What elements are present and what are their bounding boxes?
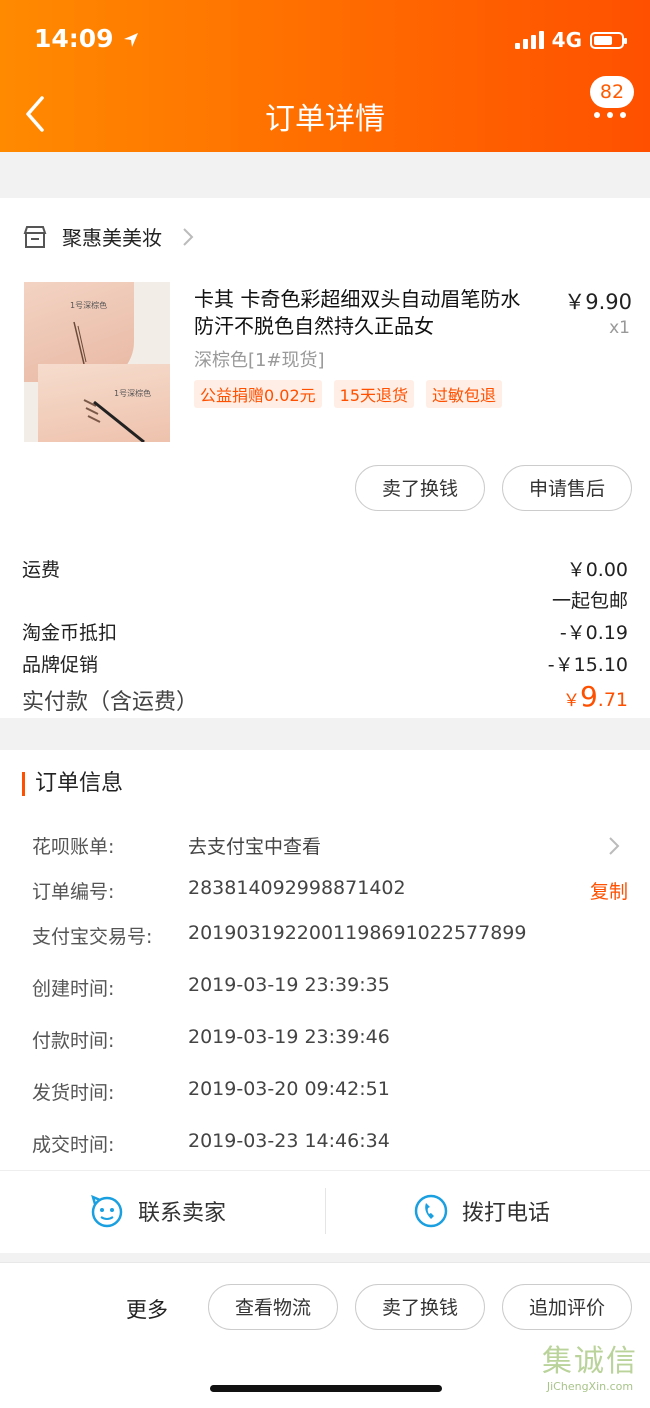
promo-label: 品牌促销 [22,654,99,676]
watermark: 集诚信 JiChengXin.com [542,1336,638,1393]
order-info-title: 订单信息 [22,772,123,796]
add-review-button[interactable]: 追加评价 [502,1284,632,1330]
contact-seller-button[interactable]: 联系卖家 [90,1194,226,1228]
home-indicator [210,1385,442,1392]
battery-icon [590,31,627,49]
deal-time: 2019-03-23 14:46:34 [188,1130,390,1152]
deal-time-label: 成交时间: [32,1134,115,1156]
created-time: 2019-03-19 23:39:35 [188,974,390,996]
coin-label: 淘金币抵扣 [22,622,118,644]
call-phone-button[interactable]: 拨打电话 [414,1194,550,1228]
order-number: 283814092998871402 [188,877,406,899]
paid-amount: ￥9.71 [563,680,628,713]
shipping-label: 运费 [22,559,61,581]
paid-time: 2019-03-19 23:39:46 [188,1026,390,1048]
alipay-trade-label: 支付宝交易号: [32,926,153,948]
paid-decimal: .71 [597,689,628,711]
product-quantity: x1 [609,318,630,338]
thumb-label-bottom: 1号深棕色 [114,389,152,398]
product-title[interactable]: 卡其 卡奇色彩超细双头自动眉笔防水防汗不脱色自然持久正品女 [194,286,534,340]
call-phone-label: 拨打电话 [462,1201,551,1226]
more-button[interactable]: 更多 [126,1294,168,1324]
status-indicators: 4G [514,28,627,52]
tag-return: 15天退货 [333,380,415,408]
paid-integer: 9 [579,680,598,713]
paid-label: 实付款（含运费） [22,690,199,715]
copy-button[interactable]: 复制 [590,877,628,904]
tag-allergy: 过敏包退 [426,380,503,408]
thumb-label-top: 1号深棕色 [70,301,108,310]
store-icon [23,225,47,248]
alipay-trade-number: 2019031922001198691022577899 [188,922,527,944]
network-label: 4G [551,28,582,52]
product-thumbnail[interactable]: 1号深棕色 1号深棕色 [24,282,170,442]
location-arrow-icon [124,33,139,47]
shipped-time: 2019-03-20 09:42:51 [188,1078,390,1100]
shop-name: 聚惠美美妆 [62,226,162,250]
huabei-link[interactable]: 去支付宝中查看 [188,832,321,859]
sell-button[interactable]: 卖了换钱 [355,465,485,511]
product-sku: 深棕色[1#现货] [194,350,325,371]
header-bar: 14:09 4G 订单详情 82 [0,0,650,152]
after-sale-button[interactable]: 申请售后 [502,465,632,511]
watermark-domain: JiChengXin.com [546,1380,634,1393]
paid-currency: ￥ [562,691,580,711]
chevron-right-icon[interactable] [602,834,626,858]
order-info-card [0,750,650,1170]
created-time-label: 创建时间: [32,978,115,1000]
tag-charity: 公益捐赠0.02元 [194,380,322,408]
product-tags: 公益捐赠0.02元 15天退货 过敏包退 [194,380,503,408]
paid-time-label: 付款时间: [32,1030,115,1052]
phone-icon [414,1194,448,1228]
status-time: 14:09 [34,24,140,53]
view-logistics-button[interactable]: 查看物流 [208,1284,338,1330]
sell-button-bottom[interactable]: 卖了换钱 [355,1284,485,1330]
huabei-label: 花呗账单: [32,836,115,858]
shop-link[interactable]: 聚惠美美妆 [22,222,200,251]
signal-icon [514,31,544,49]
promo-value: -￥15.10 [547,654,628,676]
more-dots-icon [594,112,626,118]
shipped-time-label: 发货时间: [32,1082,115,1104]
product-price: ￥9.90 [564,290,632,314]
shipping-value: ￥0.00 [566,559,628,581]
coin-value: -￥0.19 [559,622,628,644]
page-title: 订单详情 [265,102,385,137]
contact-seller-label: 联系卖家 [138,1201,227,1226]
message-count-badge: 82 [590,76,634,108]
order-number-label: 订单编号: [32,881,115,903]
chat-face-icon [91,1194,123,1228]
shipping-note: 一起包邮 [551,590,628,612]
contact-divider [325,1188,326,1234]
watermark-logo: 集诚信 [542,1344,638,1379]
chevron-right-icon [183,227,194,246]
